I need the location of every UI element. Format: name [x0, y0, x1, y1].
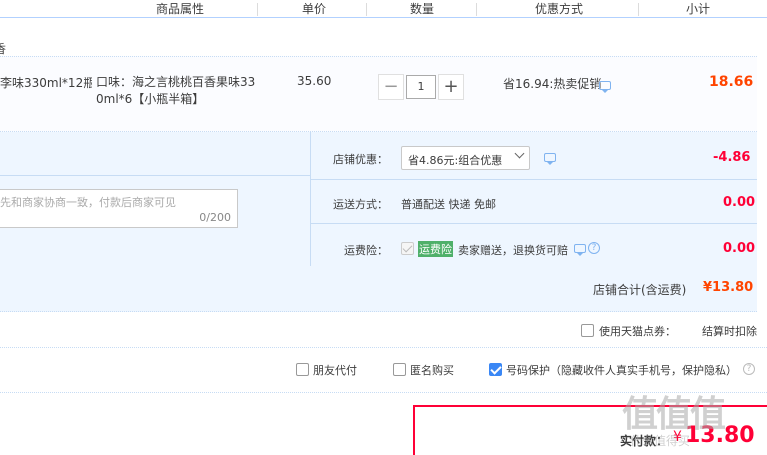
memo-counter: 0/200 [199, 211, 231, 224]
privacy-label: 号码保护（隐藏收件人真实手机号，保护隐私） [506, 364, 737, 377]
seller-memo-input[interactable]: 先和商家协商一致，付款后商家可见 0/200 [0, 189, 238, 228]
options-divider [310, 132, 311, 266]
options-divider [311, 179, 757, 180]
shipping-label: 运送方式： [333, 198, 388, 211]
insurance-amount: 0.00 [723, 241, 756, 256]
item-discount: 省16.94:热卖促销 [503, 77, 602, 91]
help-icon[interactable]: ? [588, 242, 600, 254]
header-separator [476, 3, 477, 16]
tmall-points-value: 结算时扣除 [702, 325, 757, 338]
chevron-down-icon [514, 148, 525, 159]
insurance-value: 卖家赠送，退换货可赔 [458, 244, 568, 257]
comment-icon[interactable] [574, 244, 586, 256]
tmall-points-checkbox[interactable] [581, 324, 594, 337]
shipping-amount: 0.00 [723, 195, 756, 210]
watermark-text: 什么值得买 [630, 434, 691, 448]
item-title[interactable]: 李味330ml*12瓶... [0, 74, 92, 91]
options-divider [311, 223, 757, 224]
watermark-logo: 值值值 [622, 393, 726, 435]
insurance-checkbox[interactable] [401, 242, 414, 255]
options-divider [0, 175, 310, 176]
tmall-points-label: 使用天猫点券： [599, 325, 676, 338]
header-subtotal: 小计 [686, 2, 711, 16]
shipping-value: 普通配送 快递 免邮 [401, 198, 496, 211]
quantity-decrease-button[interactable]: − [378, 74, 404, 100]
shop-coupon-amount: -4.86 [713, 150, 751, 165]
quantity-increase-button[interactable]: + [438, 74, 464, 100]
comment-icon[interactable] [544, 153, 556, 165]
shop-coupon-select[interactable]: 省4.86元:组合优惠 [401, 146, 530, 170]
anonymous-checkbox[interactable] [393, 363, 406, 376]
order-table-header: 商品属性 单价 数量 优惠方式 小计 [0, 0, 767, 18]
insurance-label: 运费险： [344, 244, 388, 257]
shop-name[interactable]: 香 [0, 40, 6, 57]
comment-icon[interactable] [599, 81, 611, 93]
friend-pay-checkbox[interactable] [296, 363, 309, 376]
quantity-input[interactable]: 1 [406, 75, 436, 99]
shop-total-amount: ¥13.80 [703, 280, 754, 295]
memo-placeholder: 先和商家协商一致，付款后商家可见 [0, 196, 176, 209]
header-separator [638, 3, 639, 16]
item-attributes: 口味：海之言桃桃百香果味330ml*6【小瓶半箱】 [96, 75, 256, 106]
anonymous-label: 匿名购买 [410, 364, 454, 377]
item-subtotal: 18.66 [709, 74, 754, 90]
help-icon[interactable]: ? [743, 363, 755, 375]
shop-coupon-selected: 省4.86元:组合优惠 [408, 154, 503, 167]
header-price: 单价 [302, 2, 327, 16]
header-quantity: 数量 [410, 2, 435, 16]
section-divider [0, 347, 767, 348]
header-discount: 优惠方式 [535, 2, 584, 16]
shop-total-label: 店铺合计(含运费) [593, 283, 687, 297]
header-attributes: 商品属性 [156, 2, 205, 16]
shop-coupon-label: 店铺优惠： [333, 153, 388, 166]
privacy-checkbox[interactable] [489, 363, 502, 376]
friend-pay-label: 朋友代付 [313, 364, 357, 377]
header-separator [366, 3, 367, 16]
header-separator [257, 3, 258, 16]
quantity-stepper: − 1 + [378, 74, 464, 100]
item-price: 35.60 [297, 74, 332, 88]
insurance-badge: 运费险 [418, 241, 453, 257]
